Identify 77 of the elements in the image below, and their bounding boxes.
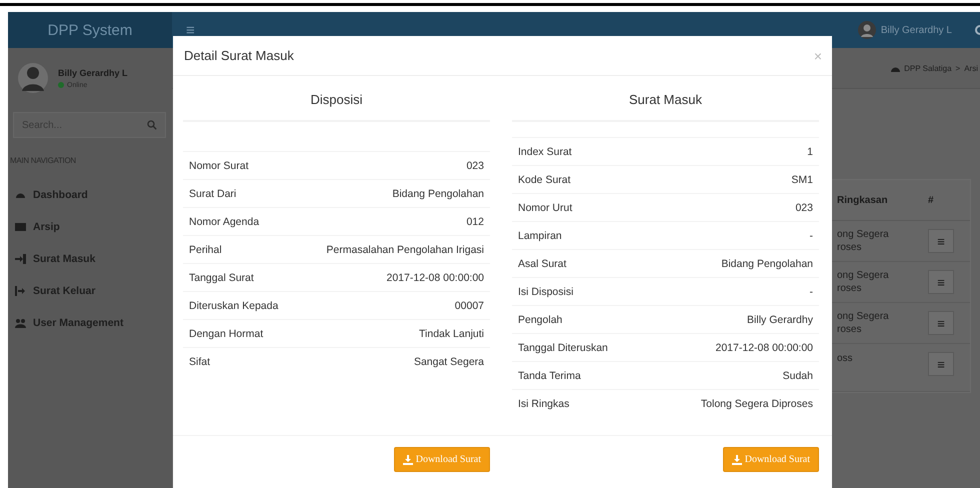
detail-button[interactable]: ≡	[928, 229, 954, 253]
detail-button[interactable]: ≡	[928, 311, 954, 335]
field-value: Billy Gerardhy	[747, 314, 813, 326]
field-label: Asal Surat	[518, 258, 566, 270]
field-label: Dengan Hormat	[189, 328, 264, 340]
field-value: Bidang Pengolahan	[392, 188, 484, 200]
field-value: Permasalahan Pengolahan Irigasi	[326, 244, 484, 256]
table-cell: roses	[837, 282, 862, 295]
field-label: Lampiran	[518, 230, 562, 242]
menu-icon[interactable]: ≡	[186, 22, 195, 38]
download-button[interactable]: Download Surat	[394, 447, 490, 472]
field-label: Pengolah	[518, 314, 562, 326]
field-value: Sudah	[782, 370, 813, 382]
field-value: Tolong Segera Diproses	[700, 398, 813, 410]
search-icon[interactable]	[147, 120, 157, 130]
field-value: 012	[466, 216, 484, 228]
table-cell: roses	[837, 241, 862, 254]
field-label: Diteruskan Kepada	[189, 300, 278, 312]
field-value: Tindak Lanjuti	[419, 328, 484, 340]
nav-item[interactable]: Surat Masuk	[8, 243, 172, 275]
field-label: Isi Ringkas	[518, 398, 570, 410]
field-label: Tanggal Surat	[189, 272, 254, 284]
field-label: Nomor Surat	[189, 160, 249, 172]
field-label: Sifat	[189, 356, 210, 368]
panel-title: Disposisi	[183, 76, 490, 122]
download-button[interactable]: Download Surat	[722, 447, 819, 472]
app-logo: DPP System	[8, 12, 172, 48]
nav-item[interactable]: User Management	[8, 307, 172, 339]
field-value: -	[810, 286, 813, 298]
dashboard-icon	[891, 64, 900, 72]
table-cell: ong Segera	[837, 269, 889, 282]
user-menu-link[interactable]: Billy Gerardhy L	[880, 24, 952, 36]
panel-title: Surat Masuk	[512, 76, 819, 122]
column-header: Ringkasan	[836, 194, 889, 206]
field-value: 2017-12-08 00:00:00	[386, 272, 484, 284]
field-value: SM1	[791, 174, 813, 186]
breadcrumb-separator: >	[956, 64, 960, 72]
field-label: Isi Disposisi	[518, 286, 574, 298]
avatar-icon	[18, 61, 48, 95]
field-label: Tanda Terima	[518, 370, 581, 382]
table-cell: roses	[837, 323, 862, 336]
nav-item[interactable]: Surat Keluar	[8, 275, 172, 307]
field-label: Perihal	[189, 244, 222, 256]
field-value: 023	[466, 160, 484, 172]
modal-title: Detail Surat Masuk	[184, 48, 294, 63]
field-value: Bidang Pengolahan	[721, 258, 813, 270]
field-label: Nomor Urut	[518, 202, 572, 214]
breadcrumb-link[interactable]: Arsi	[964, 64, 978, 72]
field-value: 1	[807, 146, 813, 158]
nav-item[interactable]: Arsip	[8, 211, 172, 243]
status-dot-icon	[58, 82, 64, 88]
sign-out-icon	[15, 286, 26, 296]
field-value: 2017-12-08 00:00:00	[716, 342, 813, 354]
table-cell: ong Segera	[837, 310, 889, 323]
sign-in-icon	[15, 254, 26, 264]
user-name: Billy Gerardhy L	[58, 68, 128, 78]
download-icon	[402, 454, 413, 464]
field-value: Sangat Segera	[414, 356, 484, 368]
column-header: #	[927, 194, 935, 206]
field-label: Kode Surat	[518, 174, 571, 186]
field-label: Index Surat	[518, 146, 572, 158]
avatar-icon[interactable]	[858, 21, 876, 39]
detail-button[interactable]: ≡	[928, 352, 954, 376]
close-button[interactable]: ×	[814, 48, 822, 64]
table-cell: oss	[837, 352, 853, 365]
nav-item[interactable]: Dashboard	[8, 179, 172, 211]
field-label: Nomor Agenda	[189, 216, 260, 228]
download-icon	[732, 454, 742, 464]
field-label: Surat Dari	[189, 188, 236, 200]
breadcrumb-link[interactable]: DPP Salatiga	[904, 64, 952, 72]
field-value: -	[810, 230, 813, 242]
field-value: 023	[795, 202, 813, 214]
field-value: 00007	[454, 300, 484, 312]
detail-button[interactable]: ≡	[928, 270, 954, 294]
users-icon	[15, 318, 26, 328]
table-cell: ong Segera	[837, 228, 889, 241]
field-label: Tanggal Diteruskan	[518, 342, 608, 354]
